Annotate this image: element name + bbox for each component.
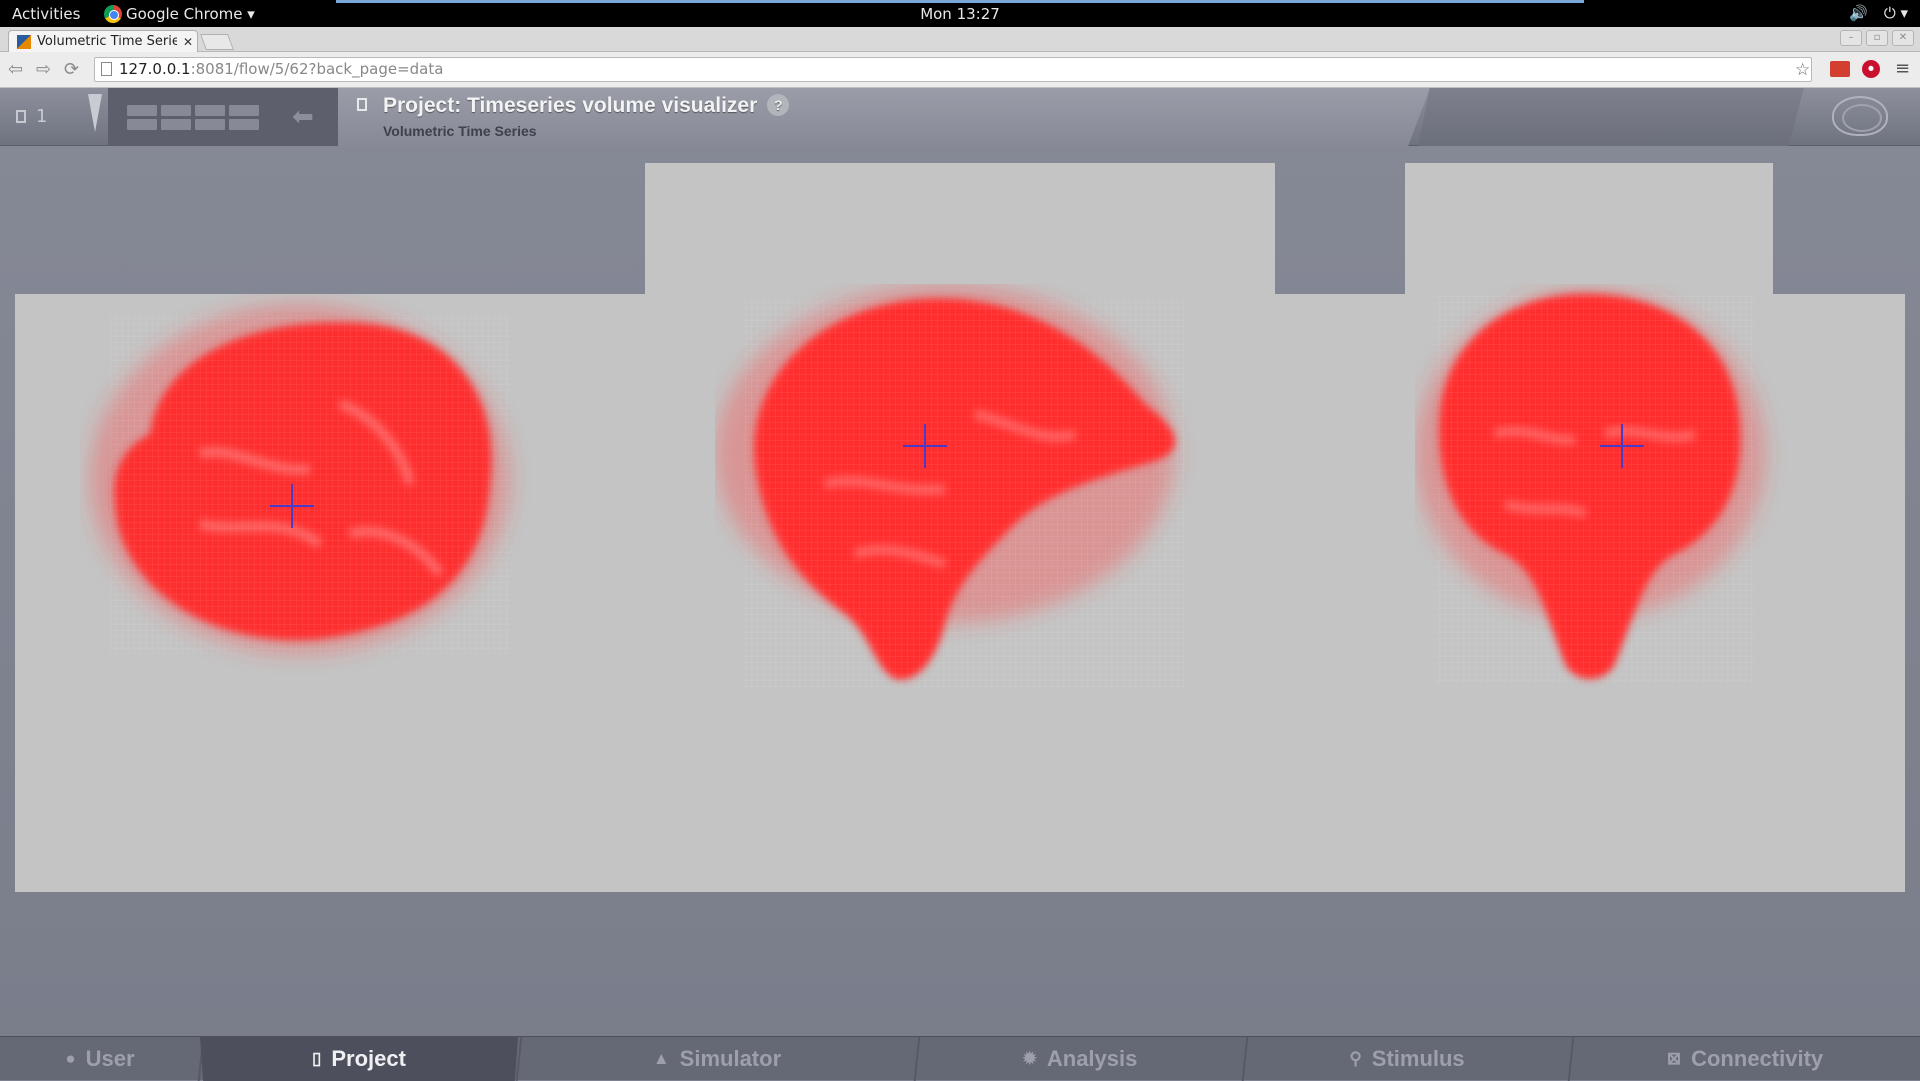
browser-tab[interactable]: Volumetric Time Series ✕	[8, 30, 198, 52]
close-window-button[interactable]: ✕	[1892, 30, 1914, 46]
page-title-text: Project: Timeseries volume visualizer	[383, 94, 758, 117]
tvb-favicon-icon	[17, 34, 31, 49]
url-host: 127.0.0.1	[119, 60, 191, 78]
sagittal-brain-view[interactable]	[715, 284, 1235, 724]
reload-icon[interactable]: ⟳	[64, 59, 79, 80]
forward-icon[interactable]: ⇨	[36, 59, 51, 80]
volume-canvas[interactable]	[15, 284, 1905, 892]
bottom-navigation: ● User ▯ Project ▲ Simulator ✹ Analysis …	[0, 1036, 1920, 1081]
project-count-value: 1	[36, 106, 48, 127]
extension-badge-icon[interactable]: ⏺	[1862, 60, 1880, 78]
nav-analysis[interactable]: ✹ Analysis	[916, 1037, 1244, 1081]
url-path: :8081/flow/5/62?back_page=data	[190, 60, 444, 78]
app-menu[interactable]: Google Chrome ▾	[104, 5, 255, 23]
system-tray[interactable]: 🔊 ⏻ ▾	[1849, 4, 1908, 22]
project-counter[interactable]: 1	[16, 106, 47, 127]
nav-simulator-label: Simulator	[679, 1046, 782, 1071]
browser-tab-strip: Volumetric Time Series ✕ – ▫ ✕	[0, 27, 1920, 52]
browser-toolbar: ⇦ ⇨ ⟳ 127.0.0.1:8081/flow/5/62?back_page…	[0, 52, 1920, 88]
back-icon[interactable]: ⇦	[8, 59, 23, 80]
axial-brain-view[interactable]	[80, 294, 580, 694]
nav-stimulus-label: Stimulus	[1371, 1046, 1465, 1071]
tvb-brain-logo[interactable]	[1832, 96, 1888, 136]
new-tab-button[interactable]	[200, 34, 234, 50]
main-content	[0, 146, 1920, 1036]
project-icon: ▯	[312, 1049, 322, 1068]
app-menu-label: Google Chrome ▾	[126, 5, 255, 23]
nav-connectivity[interactable]: ⊠ Connectivity	[1570, 1037, 1920, 1081]
activities-button[interactable]: Activities	[12, 5, 80, 23]
maximize-button[interactable]: ▫	[1866, 30, 1888, 46]
nav-user[interactable]: ● User	[0, 1037, 200, 1081]
back-arrow-icon[interactable]: ⬅	[292, 102, 314, 132]
header-right-panel	[1418, 88, 1804, 146]
project-dropdown-icon[interactable]	[88, 94, 102, 132]
nav-project-label: Project	[331, 1046, 406, 1071]
nav-connectivity-label: Connectivity	[1691, 1046, 1824, 1071]
tab-close-icon[interactable]: ✕	[183, 35, 193, 49]
document-icon	[16, 110, 26, 123]
gear-icon: ✹	[1022, 1049, 1037, 1068]
gnome-top-bar: Activities Google Chrome ▾ Mon 13:27 🔊 ⏻…	[0, 0, 1920, 27]
bookmark-star-icon[interactable]: ☆	[1795, 60, 1810, 80]
title-document-icon	[357, 98, 367, 111]
nav-user-label: User	[85, 1046, 135, 1071]
nav-stimulus[interactable]: ⚲ Stimulus	[1244, 1037, 1570, 1081]
window-controls: – ▫ ✕	[1840, 30, 1914, 46]
sagittal-view-header	[645, 163, 1275, 298]
tab-title: Volumetric Time Series	[37, 34, 177, 49]
grid-view-icon[interactable]	[127, 105, 259, 130]
pin-icon: ⚲	[1349, 1049, 1362, 1068]
loading-progress-line	[336, 0, 1584, 3]
nav-project[interactable]: ▯ Project	[200, 1037, 518, 1081]
nav-simulator[interactable]: ▲ Simulator	[518, 1037, 916, 1081]
clock[interactable]: Mon 13:27	[0, 5, 1920, 23]
address-bar[interactable]: 127.0.0.1:8081/flow/5/62?back_page=data	[94, 57, 1812, 82]
coronal-view-header	[1405, 163, 1773, 298]
page-icon	[101, 62, 112, 76]
chrome-menu-icon[interactable]: ≡	[1895, 58, 1910, 79]
chrome-logo-icon	[104, 5, 122, 23]
page-subtitle: Volumetric Time Series	[383, 123, 537, 139]
coronal-brain-view[interactable]	[1415, 284, 1795, 724]
nav-analysis-label: Analysis	[1046, 1046, 1138, 1071]
connectivity-icon: ⊠	[1666, 1049, 1682, 1068]
volume-icon[interactable]: 🔊	[1849, 4, 1868, 22]
user-icon: ●	[65, 1049, 76, 1068]
app-header: 1 ⬅ Project: Timeseries volume visualize…	[0, 88, 1920, 146]
gmail-extension-icon[interactable]	[1830, 61, 1850, 77]
page-title: Project: Timeseries volume visualizer?	[383, 94, 790, 118]
help-icon[interactable]: ?	[767, 94, 790, 116]
minimize-button[interactable]: –	[1840, 30, 1862, 46]
rocket-icon: ▲	[652, 1049, 670, 1068]
power-icon[interactable]: ⏻ ▾	[1884, 4, 1908, 22]
